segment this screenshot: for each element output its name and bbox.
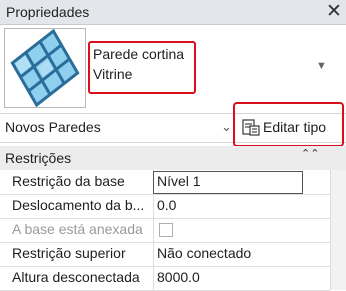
property-name: Restrição da base xyxy=(12,173,125,189)
close-icon[interactable]: ✕ xyxy=(324,1,344,23)
property-name: Altura desconectada xyxy=(12,269,140,285)
panel-title: Propriedades xyxy=(6,4,90,20)
property-name: Restrição superior xyxy=(12,245,126,261)
property-row[interactable]: Deslocamento da b... 0.0 xyxy=(0,194,330,219)
column-divider xyxy=(153,194,154,218)
property-row[interactable]: Restrição da base Nível 1 xyxy=(0,170,330,195)
scrollbar[interactable] xyxy=(330,170,346,290)
column-divider xyxy=(153,218,154,242)
property-row[interactable]: Restrição superior Não conectado xyxy=(0,242,330,267)
instance-filter-dropdown-icon[interactable]: ⌄ xyxy=(221,119,232,135)
property-row[interactable]: Altura desconectada 8000.0 xyxy=(0,266,330,291)
edit-type-highlight-box xyxy=(233,102,344,147)
property-value[interactable]: Nível 1 xyxy=(157,173,201,189)
property-name: A base está anexada xyxy=(12,221,143,237)
column-divider xyxy=(153,266,154,290)
collapse-icon[interactable]: ⌃⌃ xyxy=(301,147,319,160)
column-divider xyxy=(153,242,154,266)
property-grid: Restrição da base Nível 1 Deslocamento d… xyxy=(0,170,330,291)
property-value[interactable]: 0.0 xyxy=(157,197,176,213)
property-value[interactable]: 8000.0 xyxy=(157,269,200,285)
property-name: Deslocamento da b... xyxy=(12,197,145,213)
instance-filter-label[interactable]: Novos Paredes xyxy=(5,119,101,135)
type-highlight-box xyxy=(88,41,196,94)
curtain-wall-icon xyxy=(4,28,86,108)
section-title: Restrições xyxy=(5,150,72,166)
property-checkbox xyxy=(159,223,173,237)
property-value[interactable]: Não conectado xyxy=(157,245,251,261)
type-dropdown-icon[interactable]: ▼ xyxy=(316,60,327,72)
property-row: A base está anexada xyxy=(0,218,330,243)
